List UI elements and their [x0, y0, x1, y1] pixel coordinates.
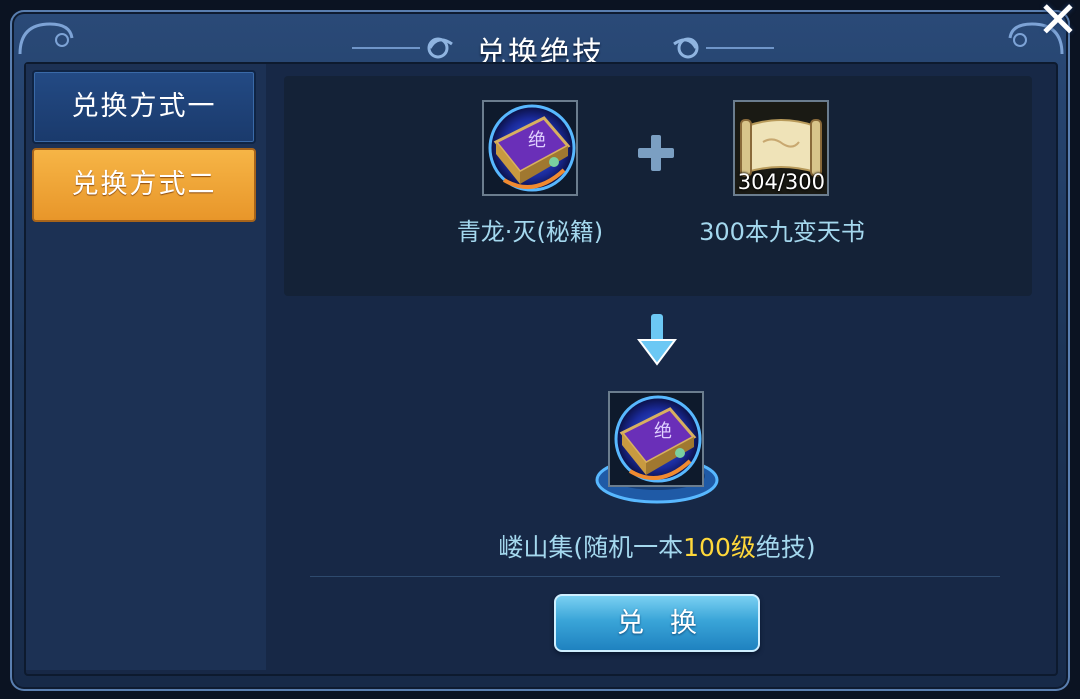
- right-title-ornament-icon: [673, 37, 774, 59]
- exchange-button[interactable]: 兑换: [554, 594, 760, 652]
- down-arrow-icon: [637, 314, 677, 366]
- dialog-header: 兑换绝技: [0, 10, 1080, 71]
- result-level-highlight: 100级: [683, 533, 756, 562]
- purple-skill-book-icon: 绝: [614, 395, 702, 483]
- result-label-suffix: 绝技): [755, 533, 816, 562]
- close-button[interactable]: ✕: [1036, 0, 1080, 45]
- ingredient-1-slot[interactable]: 绝: [482, 100, 578, 196]
- item-count: 304/300: [737, 170, 825, 194]
- corner-ornament-icon: [18, 22, 74, 55]
- ingredient-1-label: 青龙·灭(秘籍): [456, 218, 604, 246]
- result-label-prefix: 嵝山集(随机一本: [498, 533, 684, 562]
- ingredient-2-slot[interactable]: 304/300: [733, 100, 829, 196]
- purple-skill-book-icon: 绝: [488, 104, 576, 192]
- plus-icon: [638, 135, 674, 171]
- ingredient-2-label: 300本九变天书: [699, 218, 865, 246]
- divider: [310, 576, 1000, 577]
- close-icon: ✕: [1037, 0, 1079, 49]
- tab-label: 兑换方式一: [71, 91, 217, 122]
- recipe-panel: [284, 76, 1032, 296]
- svg-text:绝: 绝: [528, 130, 546, 151]
- svg-text:绝: 绝: [654, 421, 672, 442]
- tab-exchange-method-2[interactable]: 兑换方式二: [32, 148, 256, 222]
- sidebar: 兑换方式一 兑换方式二: [26, 64, 266, 670]
- tab-label: 兑换方式二: [71, 169, 217, 200]
- result-item-slot[interactable]: 绝: [608, 391, 704, 487]
- tab-exchange-method-1[interactable]: 兑换方式一: [32, 70, 256, 144]
- result-label: 嵝山集(随机一本100级绝技): [420, 528, 894, 564]
